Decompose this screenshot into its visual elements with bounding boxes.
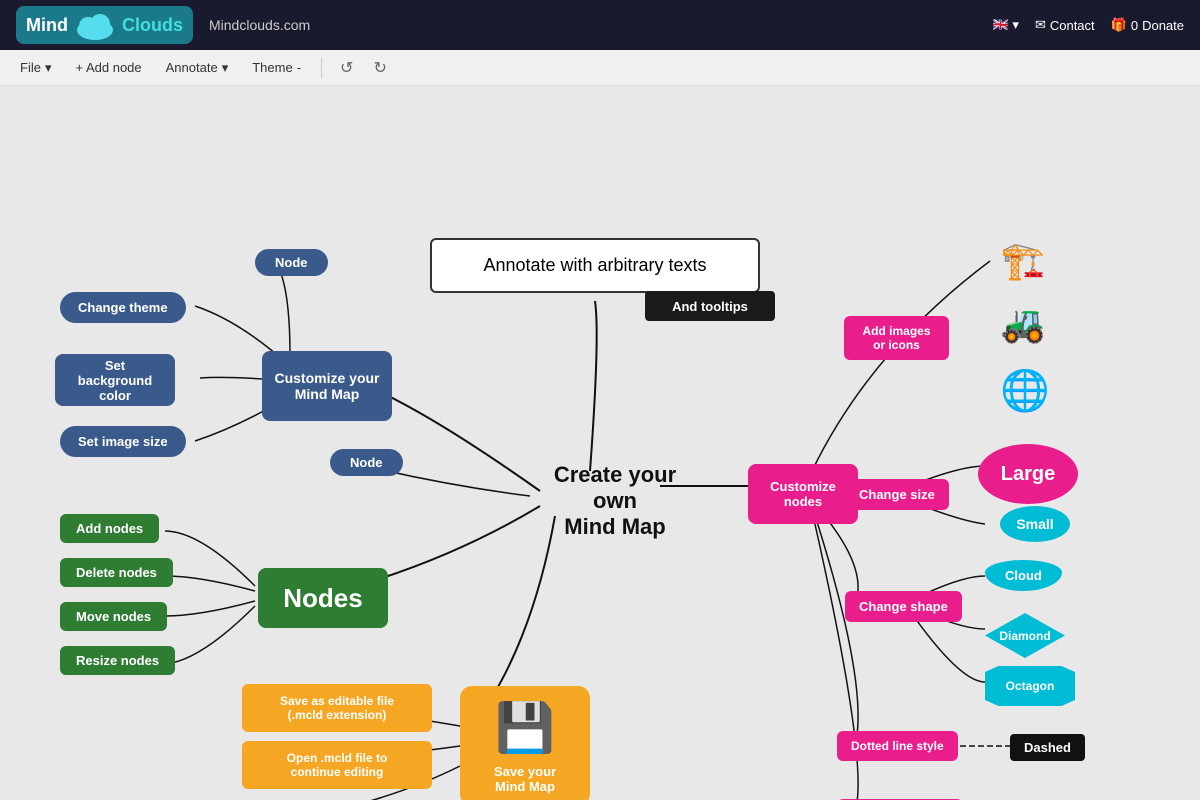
save-editable-node[interactable]: Save as editable file (.mcld extension)	[242, 684, 432, 732]
site-name: Mindclouds.com	[209, 17, 310, 33]
navbar-right: 🇬🇧 ▾ ✉ Contact 🎁 0 Donate	[993, 17, 1184, 33]
logo-box: Mind Clouds	[16, 6, 193, 44]
tooltip-node: And tooltips	[645, 291, 775, 321]
bulldozer-icon: 🚜	[978, 296, 1068, 351]
cloud-icon	[74, 10, 116, 40]
annotate-menu[interactable]: Annotate ▾	[158, 56, 237, 80]
resize-nodes-node[interactable]: Resize nodes	[60, 646, 175, 675]
org-chart-icon: 🏗️	[978, 231, 1068, 291]
dotted-line-node[interactable]: Dotted line style	[837, 731, 958, 761]
globe-icon: 🌐	[990, 363, 1060, 418]
add-node-button[interactable]: + Add node	[67, 56, 149, 79]
separator	[321, 58, 322, 78]
navbar-left: Mind Clouds Mindclouds.com	[16, 6, 310, 44]
dashed-label-node[interactable]: Dashed	[1010, 734, 1085, 761]
donate-button[interactable]: 🎁 0 Donate	[1111, 17, 1184, 33]
logo-mind-text: Mind	[26, 15, 68, 36]
theme-menu[interactable]: Theme -	[244, 56, 309, 79]
canvas: Create your own Mind Map Annotate with a…	[0, 86, 1200, 800]
add-nodes-node[interactable]: Add nodes	[60, 514, 159, 543]
octagon-shape-node[interactable]: Octagon	[985, 666, 1075, 706]
set-image-size-node[interactable]: Set image size	[60, 426, 186, 457]
floppy-icon: 💾	[495, 699, 555, 756]
save-node[interactable]: 💾 Save your Mind Map	[460, 686, 590, 800]
center-node[interactable]: Create your own Mind Map	[535, 466, 695, 536]
file-menu[interactable]: File ▾	[12, 56, 59, 80]
open-mcld-node[interactable]: Open .mcld file to continue editing	[242, 741, 432, 789]
delete-nodes-node[interactable]: Delete nodes	[60, 558, 173, 587]
undo-button[interactable]: ↺	[334, 56, 359, 80]
language-selector[interactable]: 🇬🇧 ▾	[993, 17, 1019, 33]
cloud-shape-node[interactable]: Cloud	[985, 560, 1062, 591]
move-nodes-node[interactable]: Move nodes	[60, 602, 167, 631]
change-size-node[interactable]: Change size	[845, 479, 949, 510]
contact-button[interactable]: ✉ Contact	[1035, 17, 1095, 33]
large-node[interactable]: Large	[978, 444, 1078, 504]
change-shape-node[interactable]: Change shape	[845, 591, 962, 622]
canvas-inner: Create your own Mind Map Annotate with a…	[0, 86, 1200, 800]
diamond-shape-node[interactable]: Diamond	[985, 613, 1065, 658]
node-label-1[interactable]: Node	[255, 249, 328, 276]
redo-button[interactable]: ↻	[367, 56, 392, 80]
customize-nodes-node[interactable]: Customize nodes	[748, 464, 858, 524]
node-label-2[interactable]: Node	[330, 449, 403, 476]
logo-clouds-text: Clouds	[122, 15, 183, 36]
add-images-node[interactable]: Add images or icons	[844, 316, 949, 360]
small-node[interactable]: Small	[1000, 506, 1070, 542]
navbar: Mind Clouds Mindclouds.com 🇬🇧 ▾ ✉ Contac…	[0, 0, 1200, 50]
set-bg-color-node[interactable]: Set background color	[55, 354, 175, 406]
change-theme-node[interactable]: Change theme	[60, 292, 186, 323]
center-node-label: Create your own Mind Map	[535, 462, 695, 540]
nodes-group-node[interactable]: Nodes	[258, 568, 388, 628]
toolbar: File ▾ + Add node Annotate ▾ Theme - ↺ ↻	[0, 50, 1200, 86]
customize-mindmap-node[interactable]: Customize your Mind Map	[262, 351, 392, 421]
annotate-text-node[interactable]: Annotate with arbitrary texts	[430, 238, 760, 293]
